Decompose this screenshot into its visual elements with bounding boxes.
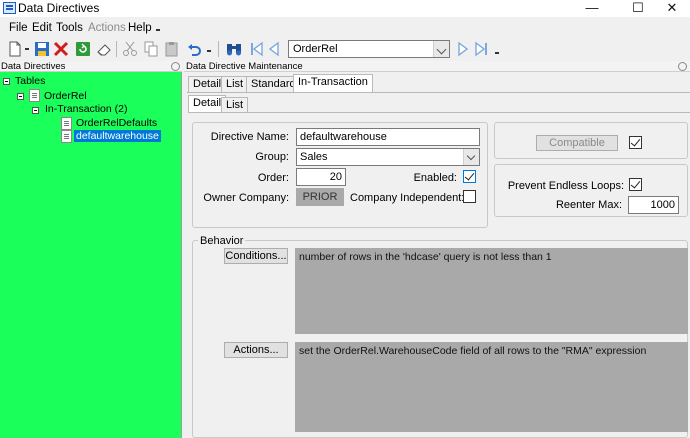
- directive-name-field[interactable]: defaultwarehouse: [296, 128, 480, 146]
- tree-node-orderreldefaults[interactable]: OrderRelDefaults: [76, 117, 157, 129]
- tree-node-orderrel[interactable]: OrderRel: [44, 90, 87, 102]
- enabled-label: Enabled:: [413, 172, 457, 184]
- save-icon[interactable]: [33, 40, 51, 58]
- collapse-icon[interactable]: [17, 93, 24, 100]
- refresh-icon[interactable]: [74, 40, 92, 58]
- record-combo[interactable]: OrderRel: [288, 40, 450, 58]
- right-pane-header: Data Directive Maintenance: [184, 61, 690, 72]
- last-record-icon[interactable]: [472, 40, 490, 58]
- group-select[interactable]: Sales: [296, 148, 480, 166]
- previous-record-icon[interactable]: [266, 40, 284, 58]
- binoculars-icon[interactable]: [225, 40, 243, 58]
- subtab-list[interactable]: List: [221, 97, 249, 113]
- company-independent-label: Company Independent:: [350, 192, 465, 204]
- table-icon: [29, 89, 40, 102]
- directive-name-label: Directive Name:: [210, 131, 289, 143]
- compatible-button[interactable]: Compatible: [536, 135, 618, 151]
- tree-node-tables[interactable]: Tables: [15, 75, 45, 87]
- subtab-strip-divider: [188, 112, 690, 113]
- order-label: Order:: [257, 172, 289, 184]
- app-icon: [3, 2, 16, 14]
- actions-button[interactable]: Actions...: [224, 342, 288, 358]
- group-label: Group:: [255, 151, 289, 163]
- chevron-down-icon[interactable]: [433, 41, 449, 57]
- actions-text[interactable]: set the OrderRel.WarehouseCode field of …: [295, 342, 688, 432]
- title-bar: Data Directives — ☐ ✕: [0, 0, 690, 17]
- owner-company-label: Owner Company:: [203, 192, 289, 204]
- toolbar-separator: [218, 41, 219, 57]
- pin-icon[interactable]: [678, 62, 687, 71]
- prevent-loops-checkbox[interactable]: [629, 178, 642, 191]
- conditions-text[interactable]: number of rows in the 'hdcase' query is …: [295, 248, 688, 334]
- menu-help[interactable]: Help: [128, 22, 152, 34]
- collapse-icon[interactable]: [32, 107, 39, 114]
- tab-list[interactable]: List: [221, 76, 249, 92]
- menu-tools[interactable]: Tools: [56, 22, 83, 34]
- paste-icon[interactable]: [163, 40, 181, 58]
- tab-in-transaction[interactable]: In-Transaction: [293, 74, 373, 92]
- next-record-icon[interactable]: [453, 40, 471, 58]
- company-independent-checkbox[interactable]: [463, 190, 476, 203]
- undo-dropdown-icon[interactable]: [207, 50, 211, 52]
- undo-icon[interactable]: [185, 40, 203, 58]
- compatible-checkbox[interactable]: [629, 136, 642, 149]
- owner-company-field: PRIOR: [296, 188, 344, 206]
- prevent-loops-label: Prevent Endless Loops:: [507, 180, 624, 192]
- reenter-max-field[interactable]: 1000: [628, 196, 679, 214]
- eraser-icon[interactable]: [95, 40, 113, 58]
- first-record-icon[interactable]: [248, 40, 266, 58]
- behavior-title: Behavior: [198, 235, 246, 247]
- menu-actions[interactable]: Actions: [88, 22, 126, 34]
- maximize-button[interactable]: ☐: [622, 0, 654, 17]
- right-pane-title: Data Directive Maintenance: [186, 61, 303, 72]
- enabled-checkbox[interactable]: [463, 170, 476, 183]
- new-document-icon[interactable]: [6, 40, 24, 58]
- window-title: Data Directives: [18, 1, 100, 15]
- conditions-button[interactable]: Conditions...: [224, 248, 288, 264]
- tab-strip-divider: [187, 92, 690, 93]
- left-pane-header: Data Directives: [0, 61, 182, 72]
- tree-node-defaultwarehouse[interactable]: defaultwarehouse: [74, 130, 161, 142]
- close-button[interactable]: ✕: [656, 0, 688, 17]
- menu-file[interactable]: File: [9, 22, 28, 34]
- toolbar-separator: [116, 41, 117, 57]
- reenter-max-label: Reenter Max:: [555, 199, 622, 211]
- menu-overflow-icon[interactable]: [156, 29, 160, 31]
- pin-icon[interactable]: [171, 62, 180, 71]
- new-dropdown-icon[interactable]: [25, 48, 29, 50]
- toolbar-overflow-icon[interactable]: [495, 52, 499, 54]
- tree-node-in-transaction[interactable]: In-Transaction (2): [45, 103, 127, 115]
- menu-bar: File Edit Tools Actions Help: [0, 19, 690, 37]
- group-select-value: Sales: [300, 151, 328, 163]
- left-pane-title: Data Directives: [1, 61, 66, 72]
- delete-icon[interactable]: [52, 40, 70, 58]
- chevron-down-icon[interactable]: [463, 149, 479, 165]
- collapse-icon[interactable]: [3, 78, 10, 85]
- copy-icon[interactable]: [142, 40, 160, 58]
- order-field[interactable]: 20: [296, 168, 346, 186]
- directive-icon: [61, 130, 72, 143]
- cut-icon[interactable]: [121, 40, 139, 58]
- record-combo-value: OrderRel: [293, 43, 338, 55]
- minimize-button[interactable]: —: [576, 0, 608, 17]
- tree-pane: Tables OrderRel In-Transaction (2) Order…: [0, 72, 182, 438]
- menu-edit[interactable]: Edit: [32, 22, 52, 34]
- directive-icon: [61, 117, 72, 130]
